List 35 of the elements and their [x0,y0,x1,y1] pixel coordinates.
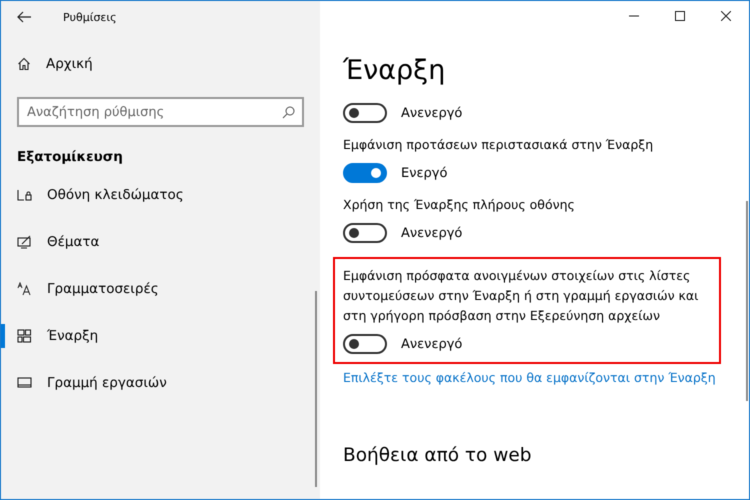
toggle-switch[interactable] [343,163,387,183]
home-nav-item[interactable]: Αρχική [1,43,320,85]
sidebar-item[interactable]: Γραμματοσειρές [1,265,320,312]
scrollbar[interactable] [315,291,317,487]
toggle-state: Ανενεργό [401,226,462,240]
back-arrow-icon [17,11,31,23]
paintbrush-monitor-icon [17,234,32,248]
search-field[interactable]: Αναζήτηση ρύθμισης [17,97,304,127]
setting-label: Χρήση της Έναρξης πλήρους οθόνης [343,196,576,214]
home-icon [17,57,31,71]
toggle-state: Ανενεργό [401,106,462,120]
toggle-state: Ανενεργό [401,336,462,352]
setting-label: Εμφάνιση πρόσφατα ανοιγμένων στοιχείων στις λίστες συντομεύσεων στην Έναρξη ή στη γραμμή εργασιών και στη γρήγορη πρόσβαση στην Εξερεύνηση αρχείων [343,267,700,325]
page-title: Έναρξη [343,54,446,88]
section-heading: Εξατομίκευση [17,149,124,167]
toggle-switch[interactable] [343,334,387,354]
search-icon [282,106,295,119]
close-icon [721,11,731,21]
tiles-icon [17,328,32,342]
toggle-state: Ενεργό [401,166,448,180]
sidebar-item[interactable]: Έναρξη [1,312,320,359]
section-heading: Βοήθεια από το web [343,445,533,466]
setting-label: Εμφάνιση προτάσεων περιστασιακά στην Έναρξη [343,136,654,154]
font-icon [17,282,32,296]
scrollbar[interactable] [746,201,748,401]
toggle-switch[interactable] [343,223,387,243]
sidebar-item[interactable]: Θέματα [1,218,320,265]
maximize-icon [675,11,685,21]
lock-screen-icon [17,188,32,202]
sidebar-item[interactable]: Γραμμή εργασιών [1,359,320,406]
sidebar-item[interactable]: Οθόνη κλειδώματος [1,171,320,218]
folders-link[interactable]: Επιλέξτε τους φακέλους που θα εμφανίζονται στην Έναρξη [343,370,749,385]
window-title: Ρυθμίσεις [63,10,117,24]
toggle-switch[interactable] [343,103,387,123]
taskbar-icon [17,376,32,390]
